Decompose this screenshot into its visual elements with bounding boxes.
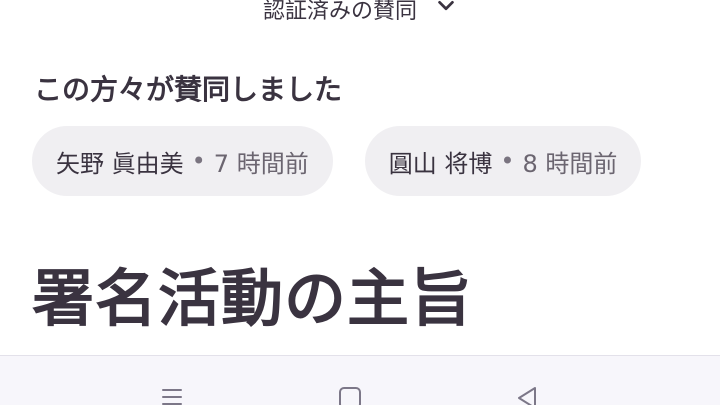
nav-menu-button[interactable]	[157, 384, 187, 405]
nav-back-button[interactable]	[512, 384, 542, 405]
system-navigation-bar	[0, 355, 720, 405]
verified-supporters-toggle[interactable]: 認証済みの賛同	[0, 0, 720, 26]
petition-page: 認証済みの賛同 この方々が賛同しました 矢野 眞由美 • 7 時間前 圓山 将博…	[0, 0, 720, 405]
nav-home-button[interactable]	[335, 384, 365, 405]
supporter-name: 圓山 将博	[388, 149, 493, 178]
supporter-chip[interactable]: 圓山 将博 • 8 時間前	[364, 126, 642, 196]
supporter-time: 8 時間前	[522, 149, 618, 178]
menu-icon	[162, 389, 182, 405]
chevron-down-icon	[435, 0, 457, 23]
separator-dot: •	[191, 147, 206, 175]
separator-dot: •	[500, 147, 515, 175]
supporter-time: 7 時間前	[213, 149, 309, 178]
back-triangle-icon	[518, 387, 536, 405]
home-square-icon	[339, 387, 361, 405]
verified-supporters-label: 認証済みの賛同	[262, 0, 417, 24]
supporter-list: 矢野 眞由美 • 7 時間前 圓山 将博 • 8 時間前	[32, 126, 642, 196]
supporter-name: 矢野 眞由美	[56, 149, 184, 178]
supporter-chip[interactable]: 矢野 眞由美 • 7 時間前	[32, 126, 333, 196]
supporters-heading: この方々が賛同しました	[34, 73, 343, 106]
petition-purpose-heading: 署名活動の主旨	[32, 262, 474, 335]
